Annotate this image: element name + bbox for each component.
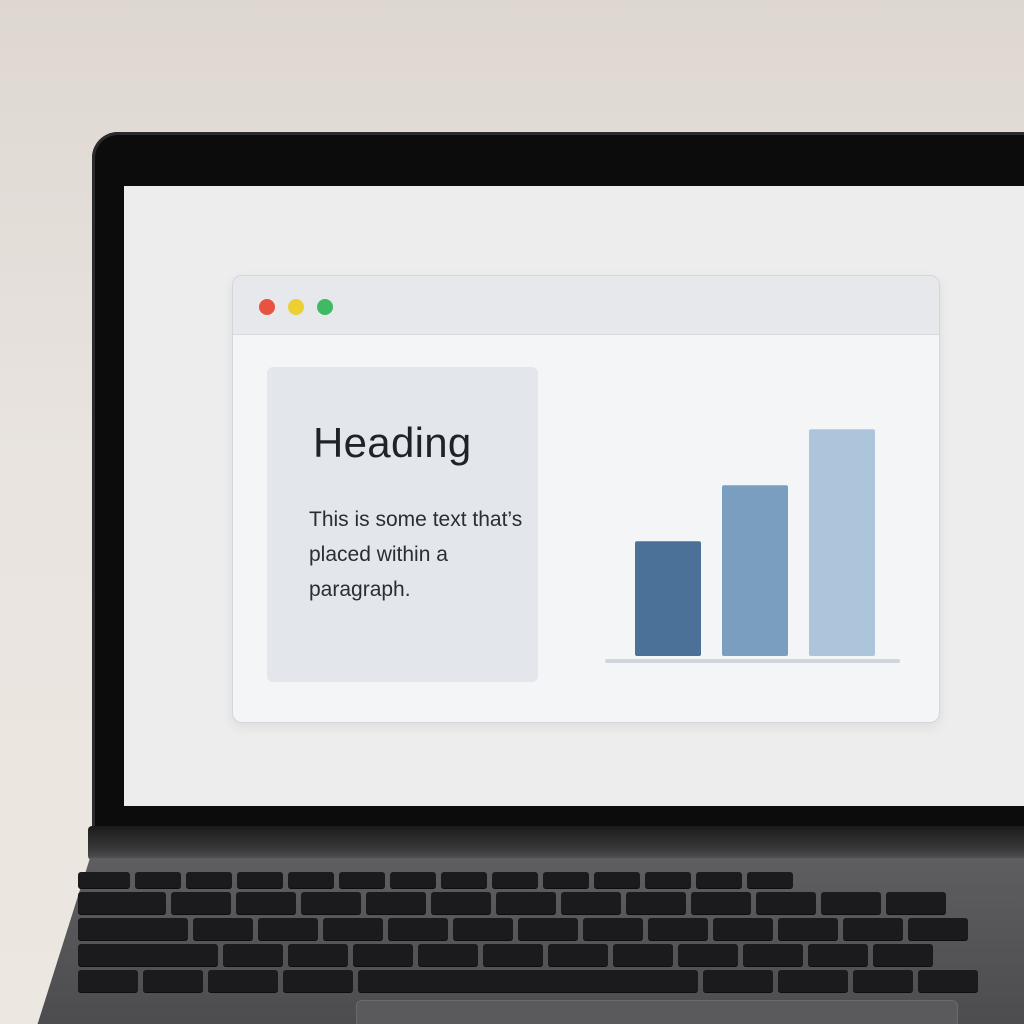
keyboard-key [713,918,773,940]
chart-baseline [605,659,900,663]
keyboard-key [778,918,838,940]
keyboard-row-3 [78,918,1024,940]
chart-bar-3 [809,429,875,656]
keyboard-key [703,970,773,992]
keyboard-key [873,944,933,966]
card-paragraph: This is some text that’s placed within a… [309,508,523,601]
keyboard-row-5 [78,970,1024,992]
laptop-scene: Heading This is some text that’s placed … [0,0,1024,1024]
keyboard-key [390,872,436,888]
keyboard-key [237,872,283,888]
keyboard-key [918,970,978,992]
keyboard-key [678,944,738,966]
keyboard-key [778,970,848,992]
keyboard-key [496,892,556,914]
keyboard-key [258,918,318,940]
close-button[interactable] [259,299,275,315]
keyboard-row-2 [78,892,1024,914]
keyboard-key [756,892,816,914]
keyboard-key [561,892,621,914]
keyboard [78,872,1024,1002]
keyboard-key [492,872,538,888]
keyboard-key [78,970,138,992]
keyboard-key [135,872,181,888]
keyboard-key [366,892,426,914]
keyboard-key [193,918,253,940]
keyboard-row-1 [78,872,1024,888]
keyboard-key [747,872,793,888]
chart-bar-1 [635,541,701,656]
keyboard-key [594,872,640,888]
keyboard-key [613,944,673,966]
keyboard-key [483,944,543,966]
keyboard-key [388,918,448,940]
keyboard-key [696,872,742,888]
keyboard-key [543,872,589,888]
laptop-hinge [88,826,1024,860]
keyboard-key [441,872,487,888]
keyboard-key [908,918,968,940]
keyboard-key [808,944,868,966]
keyboard-key [453,918,513,940]
text-card: Heading This is some text that’s placed … [267,367,538,682]
browser-window: Heading This is some text that’s placed … [232,275,940,723]
keyboard-key [518,918,578,940]
keyboard-key [583,918,643,940]
keyboard-key [353,944,413,966]
keyboard-key [431,892,491,914]
keyboard-key [853,970,913,992]
keyboard-key [323,918,383,940]
keyboard-key [78,892,166,914]
keyboard-key [78,944,218,966]
keyboard-key [223,944,283,966]
keyboard-key [236,892,296,914]
keyboard-key [886,892,946,914]
keyboard-key [288,872,334,888]
keyboard-key [743,944,803,966]
keyboard-key [78,918,188,940]
card-heading: Heading [313,419,472,466]
chart-bar-2 [722,485,788,656]
keyboard-row-4 [78,944,1024,966]
keyboard-key [626,892,686,914]
keyboard-key [648,918,708,940]
bar-chart [605,429,900,663]
keyboard-key [143,970,203,992]
keyboard-key [691,892,751,914]
keyboard-key [645,872,691,888]
keyboard-key [418,944,478,966]
keyboard-key [208,970,278,992]
keyboard-key [548,944,608,966]
maximize-button[interactable] [317,299,333,315]
keyboard-key [301,892,361,914]
keyboard-key [821,892,881,914]
keyboard-key [78,872,130,888]
keyboard-key [358,970,698,992]
window-titlebar[interactable] [233,276,939,335]
trackpad [356,1000,958,1024]
keyboard-key [843,918,903,940]
keyboard-key [288,944,348,966]
minimize-button[interactable] [288,299,304,315]
keyboard-key [186,872,232,888]
keyboard-key [171,892,231,914]
keyboard-key [339,872,385,888]
keyboard-key [283,970,353,992]
